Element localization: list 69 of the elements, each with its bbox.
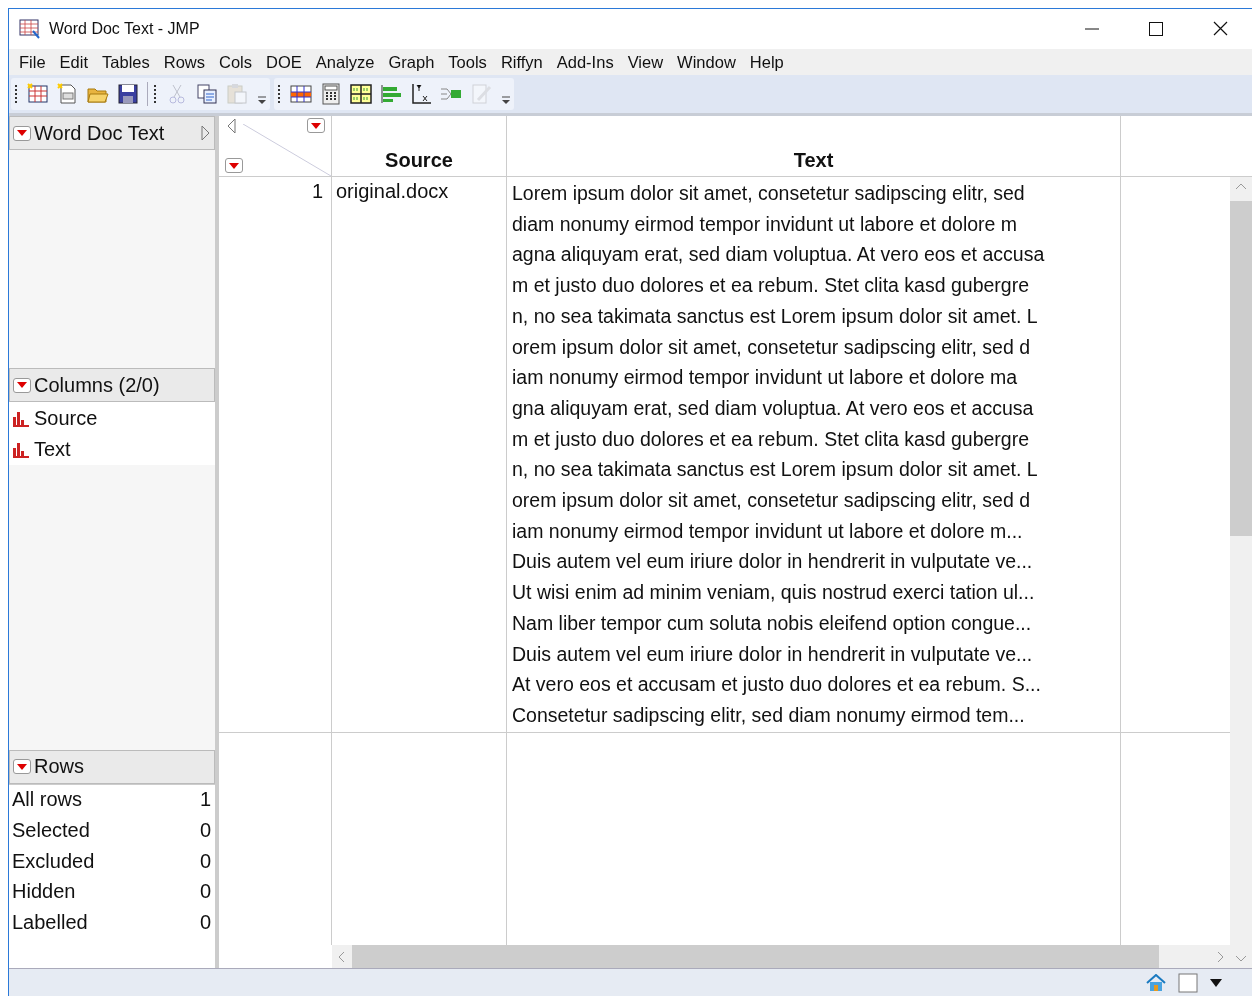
- row-count: 0: [199, 819, 211, 843]
- row-state-label: Excluded: [12, 849, 95, 873]
- cell-text-line: orem ipsum dolor sit amet, consetetur sadipscing elitr, sed d: [512, 334, 1032, 360]
- column-header[interactable]: Text: [793, 149, 834, 172]
- menu-item[interactable]: Tables: [96, 52, 158, 72]
- cell-text-line: Ut wisi enim ad minim veniam, quis nostrud exerci tation ul...: [512, 580, 1036, 606]
- row-state-label: Selected: [12, 819, 90, 843]
- menu-item[interactable]: File: [13, 52, 54, 72]
- dropdown-icon[interactable]: [13, 759, 31, 775]
- panel-title: Columns (2/0): [34, 373, 160, 397]
- cell-text-line: gna aliquyam erat, sed diam voluptua. At vero eos et accusa: [512, 395, 1035, 421]
- menu-item[interactable]: Window: [671, 52, 744, 72]
- cell-text-line: iam nonumy eirmod tempor invidunt ut labore et dolore m...: [512, 518, 1024, 544]
- cell-text-line: Lorem ipsum dolor sit amet, consetetur sadipscing elitr, sed: [512, 181, 1026, 206]
- app-icon: [19, 19, 41, 39]
- cell-text-line: Duis autem vel eum iriure dolor in hendrerit in vulputate ve...: [512, 549, 1034, 575]
- cell-text-line: orem ipsum dolor sit amet, consetetur sadipscing elitr, sed d: [512, 488, 1032, 514]
- dropdown-triangle-icon[interactable]: [1210, 978, 1222, 987]
- dropdown-icon[interactable]: [307, 118, 325, 133]
- row-state-label: All rows: [12, 788, 82, 812]
- cell-text-line: iam nonumy eirmod tempor invidunt ut labore et dolore ma: [512, 365, 1019, 391]
- column-header[interactable]: Source: [385, 149, 453, 172]
- menu-item[interactable]: Analyze: [309, 52, 383, 72]
- home-icon[interactable]: [1146, 973, 1166, 992]
- row-state-label: Labelled: [12, 911, 88, 935]
- scrollbar-thumb[interactable]: [352, 945, 1159, 968]
- menu-item[interactable]: Rows: [157, 52, 213, 72]
- menu-item[interactable]: Help: [743, 52, 792, 72]
- dropdown-icon[interactable]: [13, 125, 31, 141]
- empty-square-icon[interactable]: [1178, 972, 1198, 993]
- cell-text-line: m et justo duo dolores et ea rebum. Stet clita kasd gubergre: [512, 426, 1031, 452]
- cell-text-line: m et justo duo dolores et ea rebum. Stet clita kasd gubergre: [512, 273, 1031, 299]
- overflow-icon[interactable]: [502, 96, 510, 104]
- menu-item[interactable]: Add-Ins: [550, 52, 622, 72]
- collapse-triangle-icon[interactable]: [227, 118, 236, 134]
- row-state-label: Hidden: [12, 880, 76, 904]
- menu-item[interactable]: Cols: [213, 52, 260, 72]
- column-name[interactable]: Text: [34, 438, 71, 461]
- menu-item[interactable]: Graph: [382, 52, 443, 72]
- bar-chart-icon: [12, 410, 29, 427]
- bar-chart-icon: [12, 441, 29, 458]
- menu-item[interactable]: Tools: [442, 52, 495, 72]
- dropdown-icon[interactable]: [225, 158, 243, 173]
- column-name[interactable]: Source: [34, 407, 98, 430]
- expand-triangle-icon[interactable]: [201, 125, 210, 141]
- menu-item[interactable]: DOE: [260, 52, 310, 72]
- panel-title: Word Doc Text: [34, 121, 165, 145]
- cell-text-line: diam nonumy eirmod tempor invidunt ut labore et dolore m: [512, 211, 1019, 237]
- scrollbar-thumb[interactable]: [1230, 201, 1252, 536]
- menu-item[interactable]: View: [621, 52, 672, 72]
- row-number: 1: [311, 180, 323, 202]
- table-cell: original.docx: [336, 180, 449, 202]
- panel-title: Rows: [34, 755, 84, 779]
- row-count: 0: [199, 911, 211, 935]
- cell-text-line: agna aliquyam erat, sed diam voluptua. At vero eos et accusa: [512, 242, 1046, 268]
- cell-text-line: Duis autem vel eum iriure dolor in hendrerit in vulputate ve...: [512, 641, 1034, 667]
- cell-text-line: Nam liber tempor cum soluta nobis eleifend option congue...: [512, 610, 1033, 636]
- dropdown-icon[interactable]: [13, 377, 31, 393]
- menu-item[interactable]: Edit: [53, 52, 97, 72]
- cell-text-line: At vero eos et accusam et justo duo dolores et ea rebum. S...: [512, 672, 1042, 698]
- cell-text-line: n, no sea takimata sanctus est Lorem ipsum dolor sit amet. L: [512, 457, 1039, 483]
- cell-text-line: Consetetur sadipscing elitr, sed diam nonumy eirmod tem...: [512, 702, 1026, 728]
- row-count: 0: [199, 849, 211, 873]
- row-count: 1: [199, 788, 211, 812]
- row-count: 0: [199, 880, 211, 904]
- menu-item[interactable]: Riffyn: [494, 52, 551, 72]
- window-title: Word Doc Text - JMP: [49, 20, 200, 38]
- overflow-icon[interactable]: [258, 96, 266, 104]
- cell-text-line: n, no sea takimata sanctus est Lorem ipsum dolor sit amet. L: [512, 303, 1039, 329]
